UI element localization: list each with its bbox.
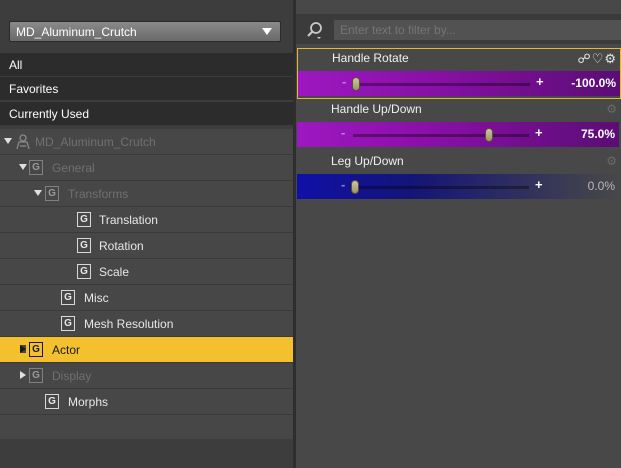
group-icon: G — [29, 160, 43, 175]
group-icon: G — [77, 264, 91, 279]
parameter-value[interactable]: 75.0% — [581, 127, 615, 141]
tree-item-scale[interactable]: G Scale — [0, 259, 293, 285]
slider-knob[interactable] — [351, 180, 359, 194]
increment-button[interactable]: + — [535, 177, 543, 192]
heart-icon[interactable]: ♡ — [592, 51, 605, 66]
value-slider[interactable]: - + 75.0% — [297, 122, 619, 147]
group-icon: G — [61, 316, 75, 331]
group-icon: G — [77, 238, 91, 253]
tree-item-transforms[interactable]: G Transforms — [0, 181, 293, 207]
tree-item-rotation[interactable]: G Rotation — [0, 233, 293, 259]
filter-bar — [296, 14, 621, 44]
increment-button[interactable]: + — [536, 74, 544, 89]
tree-item-label: Rotation — [99, 239, 144, 253]
slider-knob[interactable] — [352, 77, 360, 91]
expand-icon[interactable] — [4, 138, 12, 144]
decrement-button[interactable]: - — [341, 177, 345, 192]
parameter-value[interactable]: -100.0% — [571, 76, 616, 90]
tree-item-actor[interactable]: G Actor — [0, 337, 293, 363]
node-selector-dropdown[interactable]: MD_Aluminum_Crutch — [9, 21, 281, 42]
value-slider[interactable]: - + -100.0% — [298, 71, 620, 96]
tree-item-display[interactable]: G Display — [0, 363, 293, 389]
group-icon: G — [45, 186, 59, 201]
gear-icon[interactable]: ⚙ — [604, 51, 617, 66]
group-icon: G — [61, 290, 75, 305]
tree-item-label: Misc — [84, 291, 109, 305]
group-tree: MD_Aluminum_Crutch G General G Transform… — [0, 129, 293, 439]
parameters-panel: Handle Rotate ☍♡⚙ - + -100.0% Handle Up/… — [296, 0, 621, 468]
parameter-name: Leg Up/Down — [331, 154, 404, 168]
slider-knob[interactable] — [484, 128, 493, 142]
tree-item-label: Mesh Resolution — [84, 317, 174, 331]
group-icon: G — [29, 342, 43, 357]
tree-item-label: Translation — [99, 213, 158, 227]
search-icon[interactable] — [306, 21, 324, 39]
tree-item-translation[interactable]: G Translation — [0, 207, 293, 233]
filter-currently-used[interactable]: Currently Used — [0, 102, 293, 126]
decrement-button[interactable]: - — [341, 125, 345, 140]
collapsed-arrow-icon[interactable] — [20, 345, 26, 353]
gear-icon[interactable]: ⚙ — [606, 102, 617, 116]
parameter-name: Handle Rotate — [332, 51, 409, 65]
gear-icon[interactable]: ⚙ — [606, 154, 617, 168]
tree-item-label: Display — [52, 369, 92, 383]
parameter-value[interactable]: 0.0% — [588, 179, 615, 193]
figure-node-icon — [16, 134, 30, 150]
group-icon: G — [45, 394, 59, 409]
tree-item-general[interactable]: G General — [0, 155, 293, 181]
node-selector-value: MD_Aluminum_Crutch — [16, 25, 137, 39]
parameter-handle-up-down[interactable]: Handle Up/Down ⚙ - + 75.0% — [297, 100, 621, 151]
filter-input[interactable] — [334, 20, 621, 40]
parameter-handle-rotate[interactable]: Handle Rotate ☍♡⚙ - + -100.0% — [297, 48, 621, 99]
tree-item-label: Morphs — [68, 395, 109, 409]
value-slider[interactable]: - + 0.0% — [297, 174, 619, 199]
expand-icon[interactable] — [19, 164, 27, 170]
parameter-tree-panel: MD_Aluminum_Crutch All Favorites Current… — [0, 0, 293, 468]
expand-icon[interactable] — [34, 190, 42, 196]
filter-currently-used-label: Currently Used — [9, 107, 90, 121]
tree-item-mesh-resolution[interactable]: G Mesh Resolution — [0, 311, 293, 337]
parameter-name: Handle Up/Down — [331, 102, 422, 116]
collapsed-arrow-icon[interactable] — [20, 371, 26, 379]
tree-item-label: MD_Aluminum_Crutch — [35, 135, 156, 149]
filter-favorites[interactable]: Favorites — [0, 77, 293, 101]
link-icon[interactable]: ☍ — [578, 51, 592, 66]
tree-item-morphs[interactable]: G Morphs — [0, 389, 293, 415]
group-icon: G — [77, 212, 91, 227]
parameter-leg-up-down[interactable]: Leg Up/Down ⚙ - + 0.0% — [297, 152, 621, 203]
decrement-button[interactable]: - — [342, 74, 346, 89]
tree-item-label: Transforms — [68, 187, 129, 201]
increment-button[interactable]: + — [535, 125, 543, 140]
dropdown-arrow-icon — [262, 28, 272, 35]
tree-item-root[interactable]: MD_Aluminum_Crutch — [0, 129, 293, 155]
tree-item-label: Scale — [99, 265, 130, 279]
tree-item-misc[interactable]: G Misc — [0, 285, 293, 311]
group-icon: G — [29, 368, 43, 383]
tree-item-label: Actor — [52, 343, 81, 357]
tree-item-label: General — [52, 161, 95, 175]
filter-favorites-label: Favorites — [9, 82, 59, 96]
filter-all[interactable]: All — [0, 53, 293, 77]
filter-all-label: All — [9, 58, 23, 72]
